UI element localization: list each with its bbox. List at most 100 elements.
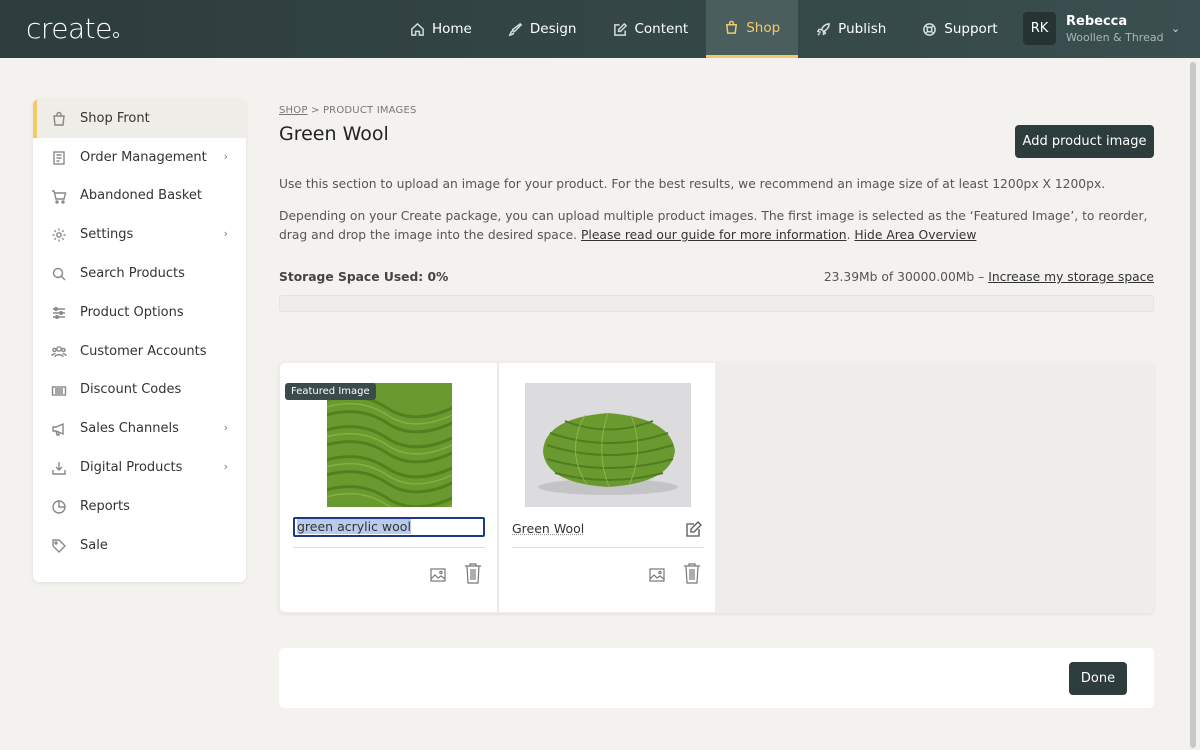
- divider: [293, 547, 485, 548]
- lifebuoy-icon: [923, 22, 937, 36]
- pie-chart-icon: [51, 499, 67, 515]
- nav-shop-label: Shop: [746, 19, 781, 36]
- tag-icon: [51, 538, 67, 554]
- increase-storage-link[interactable]: Increase my storage space: [988, 270, 1154, 284]
- storage-usage: 23.39Mb of 30000.00Mb – Increase my stor…: [824, 270, 1154, 284]
- nav-publish-label: Publish: [838, 21, 887, 37]
- logo-text: create: [26, 12, 112, 45]
- product-image-card[interactable]: Featured Image green acrylic wool: [280, 363, 497, 612]
- hide-area-overview-link[interactable]: Hide Area Overview: [854, 228, 976, 242]
- image-icon[interactable]: [649, 567, 665, 582]
- chevron-right-icon: ›: [223, 460, 228, 474]
- add-product-image-button[interactable]: Add product image: [1015, 125, 1154, 158]
- sidebar-item-label: Sale: [80, 537, 108, 553]
- image-icon[interactable]: [430, 567, 446, 582]
- alt-text-selected: green acrylic wool: [297, 519, 411, 534]
- rocket-icon: [816, 22, 831, 36]
- storage-space-label: Storage Space Used: 0%: [279, 270, 449, 284]
- nav-home-label: Home: [432, 21, 472, 37]
- orders-icon: [51, 150, 67, 166]
- edit-icon[interactable]: [685, 520, 703, 538]
- nav-design-label: Design: [529, 21, 577, 37]
- sidebar-item-shop-front[interactable]: Shop Front: [33, 99, 246, 138]
- sidebar-item-product-options[interactable]: Product Options: [33, 293, 246, 332]
- chevron-down-icon: ⌄: [1171, 22, 1181, 35]
- sidebar-item-order-management[interactable]: Order Management ›: [33, 138, 246, 177]
- shopping-bag-icon: [726, 20, 738, 34]
- sliders-icon: [51, 305, 67, 321]
- sidebar-item-abandoned-basket[interactable]: Abandoned Basket: [33, 177, 246, 216]
- top-navigation-bar: create Home Design Content Shop Publish …: [0, 0, 1200, 58]
- sidebar-item-label: Settings: [80, 227, 134, 243]
- gear-icon: [51, 227, 67, 243]
- home-icon: [411, 22, 424, 36]
- alt-text-input[interactable]: green acrylic wool: [293, 517, 485, 537]
- avatar: RK: [1023, 12, 1056, 45]
- brush-icon: [508, 22, 523, 36]
- shopping-bag-icon: [51, 111, 67, 127]
- sidebar-item-label: Search Products: [80, 266, 185, 282]
- description-image-size: Use this section to upload an image for …: [279, 177, 1106, 191]
- breadcrumb-current: PRODUCT IMAGES: [322, 105, 417, 116]
- chevron-right-icon: ›: [223, 421, 228, 435]
- trash-icon[interactable]: [683, 562, 701, 584]
- footer-actions: Done: [279, 648, 1154, 708]
- sidebar-item-customer-accounts[interactable]: Customer Accounts: [33, 332, 246, 371]
- download-icon: [51, 460, 67, 476]
- chevron-right-icon: ›: [223, 227, 228, 241]
- nav-design[interactable]: Design: [490, 0, 595, 58]
- nav-shop[interactable]: Shop: [706, 0, 799, 58]
- product-image-card[interactable]: Green Wool: [498, 363, 715, 612]
- green-yarn-skein-image[interactable]: [525, 383, 691, 507]
- featured-image-badge: Featured Image: [285, 383, 376, 400]
- edit-icon: [613, 22, 627, 36]
- cart-icon: [51, 189, 67, 205]
- page-title: Green Wool: [279, 123, 389, 145]
- nav-content-label: Content: [634, 21, 689, 37]
- nav-support-label: Support: [944, 21, 998, 37]
- nav-home[interactable]: Home: [392, 0, 490, 58]
- sidebar-item-search-products[interactable]: Search Products: [33, 254, 246, 293]
- guide-link[interactable]: Please read our guide for more informati…: [581, 228, 847, 242]
- sidebar-item-label: Digital Products: [80, 460, 183, 476]
- divider: [512, 547, 704, 548]
- megaphone-icon: [51, 421, 67, 437]
- sidebar-item-label: Product Options: [80, 304, 184, 320]
- sidebar-item-digital-products[interactable]: Digital Products ›: [33, 448, 246, 487]
- green-yarn-closeup-image[interactable]: [327, 383, 452, 507]
- sidebar-item-label: Sales Channels: [80, 421, 179, 437]
- logo-dot-icon: [112, 32, 119, 38]
- nav-content[interactable]: Content: [595, 0, 707, 58]
- page-scrollbar[interactable]: [1188, 60, 1198, 750]
- sidebar-item-label: Customer Accounts: [80, 343, 207, 359]
- chevron-right-icon: ›: [223, 149, 228, 163]
- trash-icon[interactable]: [464, 562, 482, 584]
- sidebar-item-label: Abandoned Basket: [80, 188, 202, 204]
- sidebar-item-sales-channels[interactable]: Sales Channels ›: [33, 409, 246, 448]
- description-featured-image: Depending on your Create package, you ca…: [279, 209, 1148, 242]
- sidebar-item-label: Reports: [80, 498, 130, 514]
- alt-text-value: Green Wool: [512, 521, 585, 536]
- breadcrumb-shop-link[interactable]: SHOP: [279, 105, 308, 116]
- scrollbar-thumb[interactable]: [1190, 62, 1196, 748]
- storage-used-text: 23.39Mb of 30000.00Mb –: [823, 270, 985, 284]
- breadcrumb: SHOP > PRODUCT IMAGES: [279, 105, 417, 116]
- nav-support[interactable]: Support: [904, 0, 1015, 58]
- ticket-icon: [51, 383, 67, 399]
- sidebar-item-label: Discount Codes: [80, 382, 182, 398]
- done-button[interactable]: Done: [1069, 662, 1127, 695]
- user-menu[interactable]: RK Rebecca Woollen & Thread ⌄: [1023, 12, 1180, 45]
- storage-progress-bar: [279, 295, 1154, 312]
- sidebar-item-settings[interactable]: Settings ›: [33, 215, 246, 254]
- sidebar-item-sale[interactable]: Sale: [33, 526, 246, 565]
- sidebar-item-reports[interactable]: Reports: [33, 487, 246, 526]
- main-nav: Home Design Content Shop Publish Support: [392, 0, 1016, 58]
- breadcrumb-separator: >: [310, 105, 320, 116]
- sidebar-item-discount-codes[interactable]: Discount Codes: [33, 371, 246, 410]
- create-logo[interactable]: create: [26, 12, 119, 45]
- shop-sidebar: Shop Front Order Management › Abandoned …: [33, 99, 246, 582]
- nav-publish[interactable]: Publish: [798, 0, 904, 58]
- users-icon: [51, 344, 67, 360]
- product-images-panel: Featured Image green acrylic wool Green …: [279, 362, 1154, 613]
- search-icon: [51, 266, 67, 282]
